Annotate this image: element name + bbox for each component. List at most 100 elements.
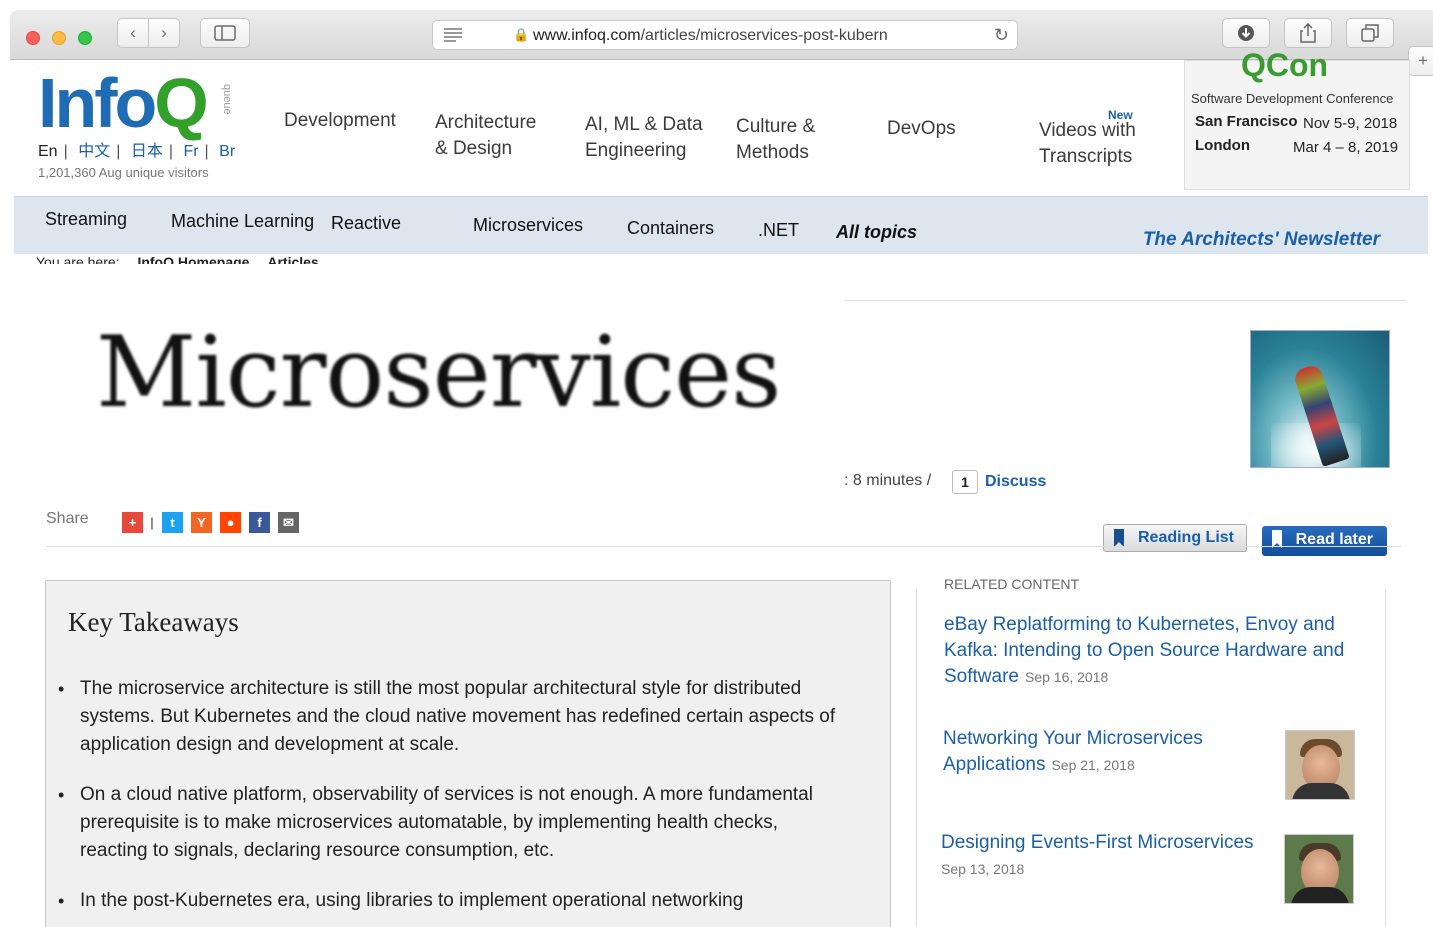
lang-separator: | (204, 143, 209, 160)
nav-development[interactable]: Development (284, 108, 396, 134)
logo-tag: queue (221, 84, 233, 115)
sidebar-icon[interactable] (200, 18, 250, 48)
share-icon[interactable] (1284, 18, 1332, 48)
lock-icon: 🔒 (513, 27, 530, 42)
breadcrumb-articles[interactable]: Articles (267, 254, 318, 264)
url-text: www.infoq.com/articles/microservices-pos… (533, 27, 933, 45)
key-takeaways-list: The microservice architecture is still t… (58, 675, 840, 927)
nav-label: Culture & (736, 116, 816, 137)
lang-separator: | (168, 143, 173, 160)
related-item[interactable]: eBay Replatforming to Kubernetes, Envoy … (944, 612, 1364, 690)
hero-title: Microservices (96, 316, 781, 430)
architects-newsletter-link[interactable]: The Architects' Newsletter (1143, 229, 1380, 251)
share-divider: | (150, 515, 154, 530)
qcon-city: London (1195, 137, 1250, 154)
discuss-link[interactable]: Discuss (985, 473, 1046, 491)
nav-label: Videos with (1039, 120, 1136, 141)
nav-architecture[interactable]: Architecture & Design (435, 110, 536, 162)
qcon-subtitle: Software Development Conference (1191, 91, 1394, 106)
close-window-button[interactable] (26, 31, 40, 45)
visitor-count: 1,201,360 Aug unique visitors (38, 165, 209, 180)
nav-ai-ml[interactable]: AI, ML & Data Engineering (585, 112, 703, 164)
email-icon[interactable]: ✉ (278, 512, 299, 533)
avatar-shirt (1292, 783, 1350, 799)
topic-machine-learning[interactable]: Machine Learning (171, 211, 314, 232)
breadcrumb: You are here: InfoQ Homepage Articles (36, 254, 319, 264)
nav-label: AI, ML & Data (585, 114, 703, 135)
key-takeaways-title: Key Takeaways (68, 607, 239, 637)
url-path: /articles/microservices-post-kubern (640, 27, 888, 44)
read-later-button[interactable]: Read later (1262, 526, 1387, 556)
author-avatar[interactable] (1284, 834, 1354, 904)
lang-br[interactable]: Br (219, 143, 235, 160)
reload-icon[interactable]: ↻ (994, 25, 1009, 46)
logo-q-text: Q (154, 64, 208, 142)
nav-label: Engineering (585, 140, 687, 161)
reddit-icon[interactable]: ● (220, 512, 241, 533)
new-tab-icon[interactable]: + (1408, 46, 1433, 76)
topic-microservices[interactable]: Microservices (473, 215, 583, 236)
lang-fr[interactable]: Fr (183, 143, 198, 160)
facebook-icon[interactable]: f (249, 512, 270, 533)
download-icon[interactable] (1222, 18, 1270, 48)
zoom-window-button[interactable] (78, 31, 92, 45)
reading-list-label: Reading List (1137, 529, 1234, 546)
list-item: In the post-Kubernetes era, using librar… (58, 887, 840, 915)
related-item[interactable]: Designing Events-First Microservices Sep … (941, 830, 1281, 882)
nav-videos[interactable]: Videos with Transcripts (1039, 118, 1136, 170)
topic-bar: Streaming Machine Learning Reactive Micr… (14, 196, 1428, 254)
reader-icon[interactable] (443, 27, 463, 43)
topic-all[interactable]: All topics (836, 222, 917, 243)
nav-label: & Design (435, 138, 513, 159)
url-domain: www.infoq.com (533, 27, 641, 44)
related-content-title: RELATED CONTENT (944, 576, 1084, 592)
infoq-logo[interactable]: InfoQ (38, 68, 209, 138)
topic-dotnet[interactable]: .NET (758, 220, 799, 241)
qcon-city: San Francisco (1195, 113, 1298, 130)
article-image (1250, 330, 1390, 468)
topic-containers[interactable]: Containers (627, 218, 714, 239)
qcon-date: Mar 4 – 8, 2019 (1293, 139, 1399, 156)
qcon-date: Nov 5-9, 2018 (1303, 115, 1398, 132)
lang-zh[interactable]: 中文 (78, 143, 110, 160)
logo-info-text: Info (38, 64, 157, 142)
breadcrumb-home[interactable]: InfoQ Homepage (137, 254, 249, 264)
tabs-icon[interactable] (1346, 18, 1394, 48)
lang-en[interactable]: En (38, 143, 58, 160)
address-bar[interactable]: 🔒 www.infoq.com/articles/microservices-p… (432, 20, 1018, 50)
key-takeaways-box: Key Takeaways The microservice architect… (45, 580, 891, 927)
hero-overlay: Microservices (38, 264, 844, 510)
reading-list-button[interactable]: Reading List (1103, 524, 1247, 552)
hacker-news-icon[interactable]: Y (191, 512, 212, 533)
qcon-logo: QCon (1241, 47, 1329, 83)
twitter-icon[interactable]: t (162, 512, 183, 533)
nav-label: Transcripts (1039, 146, 1133, 167)
nav-label: Methods (736, 142, 809, 163)
list-item: The microservice architecture is still t… (58, 675, 840, 759)
minimize-window-button[interactable] (52, 31, 66, 45)
lang-separator: | (63, 143, 68, 160)
topic-reactive[interactable]: Reactive (331, 213, 401, 234)
lang-separator: | (116, 143, 121, 160)
add-share-icon[interactable]: + (122, 512, 143, 533)
discuss-count[interactable]: 1 (952, 470, 978, 494)
nav-label: Architecture (435, 112, 537, 133)
nav-culture[interactable]: Culture & Methods (736, 114, 815, 166)
back-icon[interactable]: ‹ (117, 18, 149, 48)
nav-label: DevOps (887, 118, 956, 139)
language-switcher: En | 中文 | 日本 | Fr | Br (38, 137, 241, 161)
qcon-banner[interactable]: QCon Software Development Conference San… (1184, 47, 1410, 190)
related-item[interactable]: Networking Your Microservices Applicatio… (943, 726, 1243, 778)
read-time: : 8 minutes / (844, 472, 932, 489)
topic-streaming[interactable]: Streaming (45, 209, 127, 230)
share-label: Share (46, 510, 89, 527)
list-item: On a cloud native platform, observabilit… (58, 781, 840, 865)
lang-ja[interactable]: 日本 (131, 143, 163, 160)
forward-icon[interactable]: › (148, 18, 180, 48)
nav-devops[interactable]: DevOps (887, 116, 956, 142)
browser-toolbar: ‹ › 🔒 www.infoq.com/articles/microservic… (10, 10, 1433, 76)
author-avatar[interactable] (1285, 730, 1355, 800)
bookmark-icon (1114, 529, 1124, 547)
related-item-title[interactable]: eBay Replatforming to Kubernetes, Envoy … (944, 614, 1344, 687)
related-item-title[interactable]: Designing Events-First Microservices (941, 832, 1254, 853)
